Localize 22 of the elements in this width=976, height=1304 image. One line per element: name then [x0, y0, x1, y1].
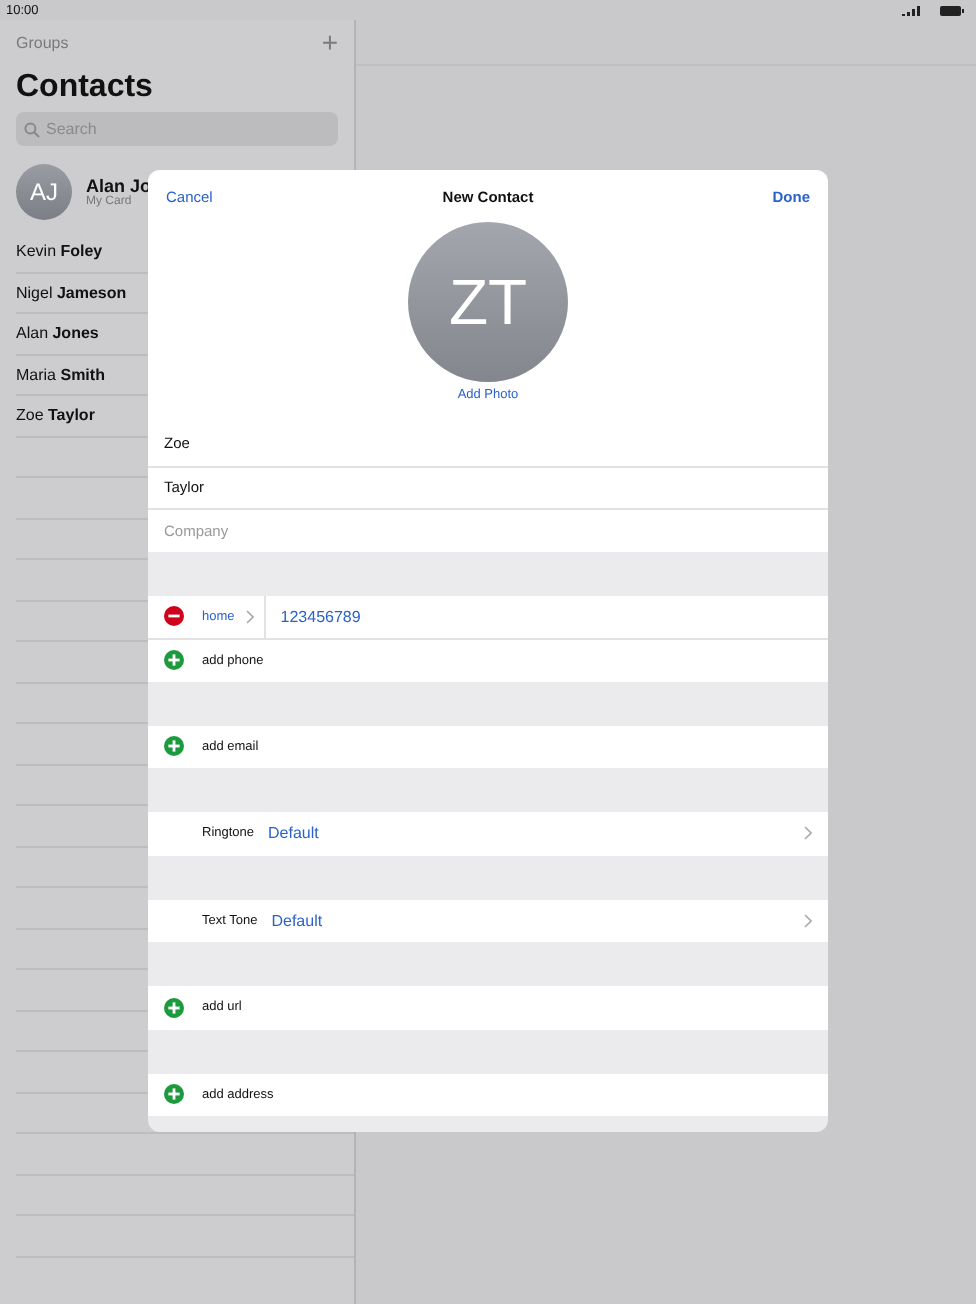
contact-item[interactable]: Alan Jones: [16, 324, 99, 343]
chevron-icon: [246, 609, 255, 624]
contact-item[interactable]: Nigel Jameson: [16, 283, 127, 302]
add-icon[interactable]: [164, 736, 184, 757]
add-icon[interactable]: [164, 1084, 184, 1105]
signal-icon: [902, 5, 920, 15]
add-icon[interactable]: [164, 650, 184, 671]
contact-item[interactable]: Maria Smith: [16, 365, 105, 384]
avatar: AJ: [16, 164, 72, 220]
contact-item[interactable]: Zoe Taylor: [16, 406, 95, 425]
chevron-icon: [804, 913, 812, 928]
search-icon: [24, 121, 40, 137]
add-icon[interactable]: [164, 997, 184, 1018]
phone-number[interactable]: 123456789: [280, 607, 361, 626]
contact-item[interactable]: Kevin Foley: [16, 242, 103, 261]
battery-icon: [940, 5, 964, 15]
chevron-icon: [804, 826, 812, 841]
contact-avatar: ZT: [408, 222, 568, 382]
remove-icon[interactable]: [164, 606, 184, 627]
setting-value[interactable]: Default: [271, 911, 323, 930]
contacts-title: Contacts: [16, 68, 155, 108]
setting-value[interactable]: Default: [268, 824, 319, 843]
